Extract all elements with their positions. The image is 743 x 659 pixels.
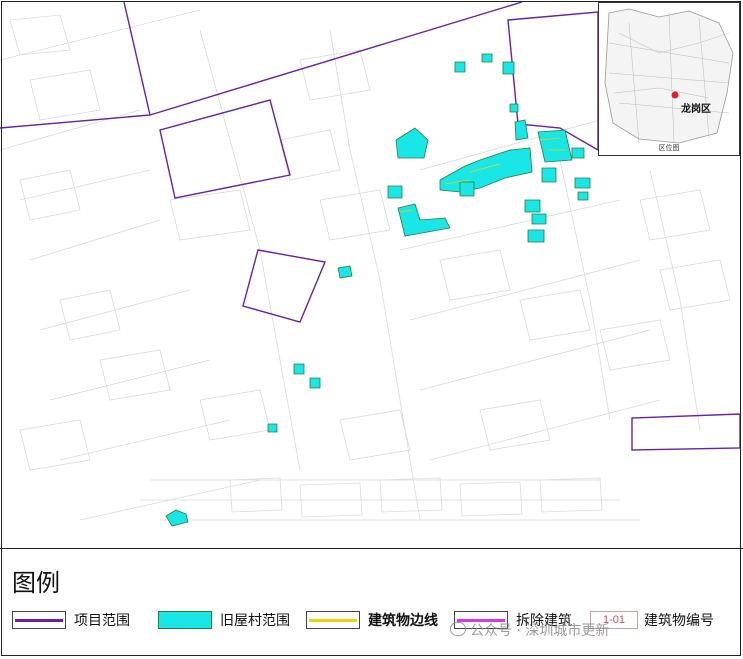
old-village-parcel bbox=[267, 423, 278, 433]
inset-district-label: 龙岗区 bbox=[681, 104, 711, 115]
inset-canvas bbox=[604, 8, 734, 144]
cyan-fill-box-icon bbox=[158, 611, 212, 629]
yellow-line-icon bbox=[306, 611, 360, 629]
watermark: 公众号 · 深圳城市更新 bbox=[450, 620, 609, 640]
project-boundary-east bbox=[631, 413, 741, 451]
old-village-parcel bbox=[459, 181, 475, 197]
purple-line-icon bbox=[12, 611, 66, 629]
old-village-parcel bbox=[337, 265, 353, 279]
legend-label: 项目范围 bbox=[74, 613, 130, 629]
wechat-icon bbox=[450, 622, 466, 636]
project-boundary-block-2 bbox=[242, 249, 326, 323]
location-marker bbox=[671, 91, 679, 99]
old-village-parcel bbox=[524, 199, 541, 213]
legend-label: 旧屋村范围 bbox=[220, 613, 290, 629]
legend-item-old-village: 旧屋村范围 bbox=[158, 609, 290, 631]
inset-caption: 区位图 bbox=[658, 145, 680, 152]
project-boundary-block-1 bbox=[159, 99, 291, 199]
project-boundary-north-strip bbox=[0, 1, 523, 129]
old-village-parcel bbox=[439, 147, 533, 193]
old-village-parcel bbox=[293, 363, 305, 375]
old-village-parcel bbox=[502, 61, 515, 75]
legend-label: 建筑物边线 bbox=[368, 613, 438, 629]
old-village-parcel bbox=[397, 203, 451, 237]
map-area[interactable]: 龙岗区 区位图 bbox=[0, 0, 743, 548]
old-village-parcel bbox=[571, 147, 585, 159]
old-village-parcel bbox=[537, 129, 573, 163]
old-village-parcel bbox=[574, 177, 591, 189]
old-village-parcel bbox=[387, 185, 403, 199]
legend-item-project-boundary: 项目范围 bbox=[12, 609, 130, 631]
old-village-parcel bbox=[481, 53, 493, 63]
location-inset-map: 龙岗区 区位图 bbox=[598, 2, 740, 156]
old-village-parcel bbox=[395, 127, 429, 159]
old-village-parcel bbox=[527, 229, 545, 243]
old-village-parcel bbox=[541, 167, 557, 183]
old-village-parcel bbox=[514, 119, 529, 141]
old-village-parcel bbox=[509, 103, 519, 113]
legend-panel: 图例 项目范围 旧屋村范围 建筑物边线 拆除建筑 1-01 建筑物编号 bbox=[0, 548, 743, 659]
old-village-parcel bbox=[165, 509, 189, 527]
old-village-parcel bbox=[577, 191, 589, 201]
old-village-parcel bbox=[531, 213, 547, 225]
old-village-parcel bbox=[454, 61, 466, 73]
legend-title: 图例 bbox=[12, 569, 60, 597]
watermark-text: 公众号 · 深圳城市更新 bbox=[470, 623, 610, 639]
legend-label: 建筑物编号 bbox=[644, 613, 714, 629]
old-village-parcel bbox=[309, 377, 321, 389]
legend-item-building-line: 建筑物边线 bbox=[306, 609, 438, 631]
